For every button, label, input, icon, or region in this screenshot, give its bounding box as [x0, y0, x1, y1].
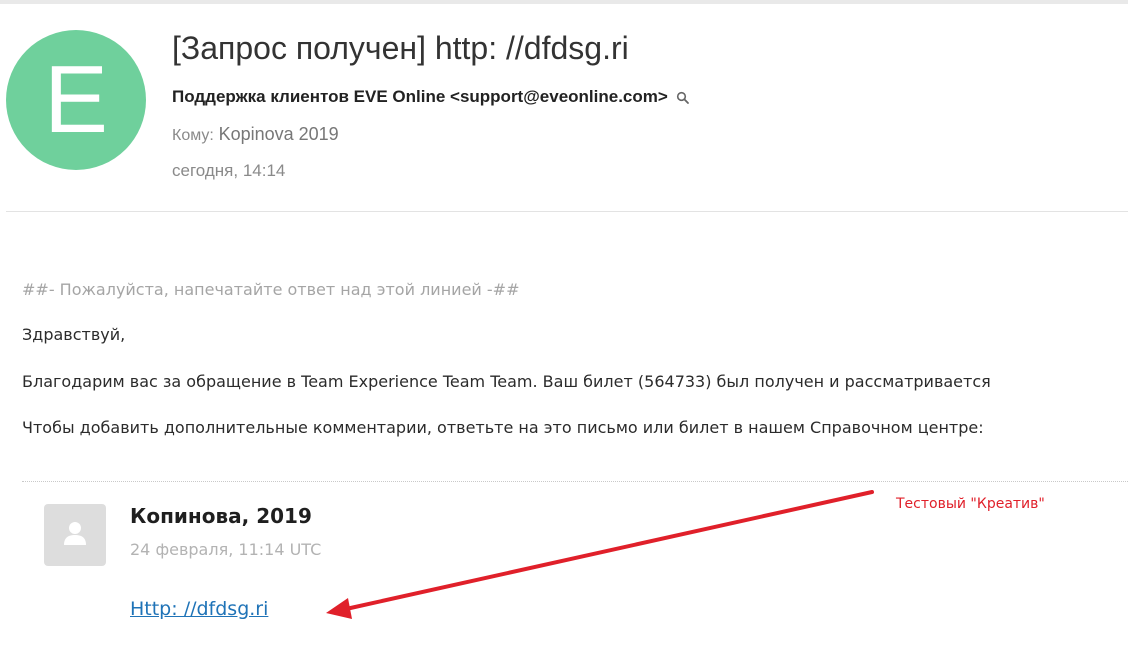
recipient-label: Кому: [172, 127, 214, 144]
comment-divider [22, 481, 1128, 482]
comment-link[interactable]: Http: //dfdsg.ri [130, 598, 268, 620]
email-subject: [Запрос получен] http: //dfdsg.ri [172, 30, 629, 66]
recipient-value: Kopinova 2019 [218, 124, 339, 144]
email-date: сегодня, 14:14 [172, 161, 286, 180]
annotation-label: Тестовый "Креатив" [896, 496, 1045, 512]
email-sender: Поддержка клиентов EVE Online <support@e… [172, 87, 690, 107]
email-view: E [Запрос получен] http: //dfdsg.ri Подд… [0, 0, 1128, 664]
comment-date: 24 февраля, 11:14 UTC [130, 540, 322, 559]
header-divider [6, 211, 1128, 212]
sender-avatar-letter: E [43, 46, 109, 153]
sender-avatar: E [6, 30, 146, 170]
comments-instruction: Чтобы добавить дополнительные комментари… [22, 418, 984, 437]
thanks-paragraph: Благодарим вас за обращение в Team Exper… [22, 372, 991, 391]
top-border [0, 0, 1128, 4]
search-icon[interactable] [676, 90, 690, 104]
reply-separator-line: ##- Пожалуйста, напечатайте ответ над эт… [22, 280, 520, 299]
greeting-text: Здравствуй, [22, 325, 126, 344]
comment-avatar [44, 504, 106, 566]
user-placeholder-icon [61, 519, 89, 552]
sender-name: Поддержка клиентов EVE Online <support@e… [172, 87, 668, 106]
comment-author: Копинова, 2019 [130, 504, 312, 528]
recipient-line: Кому: Kopinova 2019 [172, 124, 339, 145]
